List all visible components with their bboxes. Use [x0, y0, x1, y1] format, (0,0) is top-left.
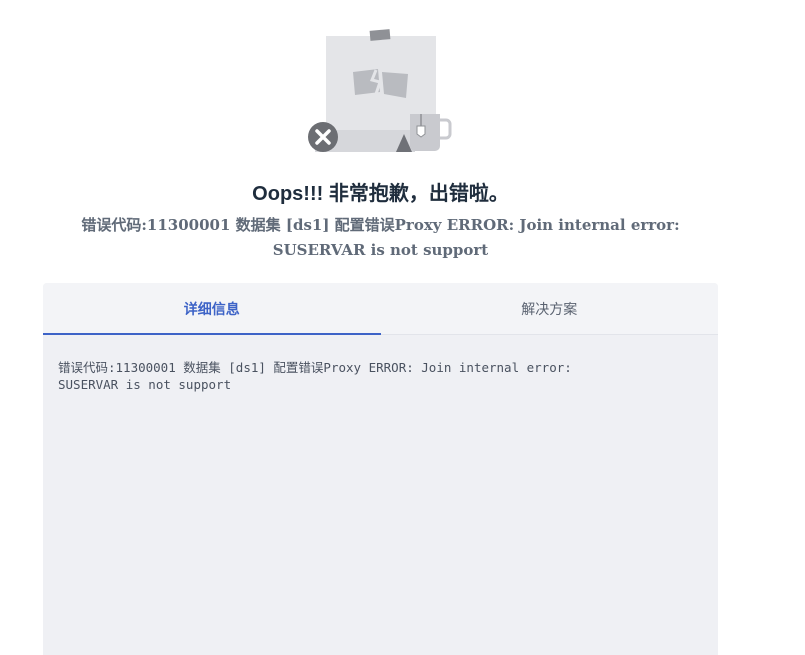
tab-details[interactable]: 详细信息	[43, 283, 381, 335]
cup-icon	[410, 114, 452, 151]
error-illustration	[308, 29, 452, 152]
close-icon	[308, 122, 338, 152]
error-details-panel: 详细信息 解决方案 错误代码:11300001 数据集 [ds1] 配置错误Pr…	[43, 283, 718, 655]
error-detail-text: 错误代码:11300001 数据集 [ds1] 配置错误Proxy ERROR:…	[58, 360, 572, 392]
tab-solutions[interactable]: 解决方案	[381, 283, 719, 334]
tab-bar: 详细信息 解决方案	[43, 283, 718, 335]
error-message: 错误代码:11300001 数据集 [ds1] 配置错误Proxy ERROR:…	[81, 216, 680, 259]
error-page: Oops!!! 非常抱歉，出错啦。 错误代码:11300001 数据集 [ds1…	[0, 0, 805, 655]
page-title: Oops!!! 非常抱歉，出错啦。	[252, 183, 509, 205]
